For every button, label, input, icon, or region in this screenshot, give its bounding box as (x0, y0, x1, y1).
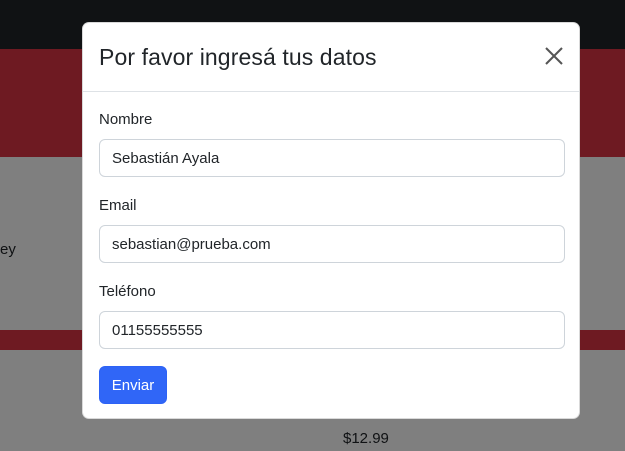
email-input[interactable] (99, 225, 565, 263)
close-button[interactable] (541, 43, 567, 69)
telefono-label: Teléfono (99, 283, 156, 300)
contact-modal: Por favor ingresá tus datos Nombre Email… (82, 22, 580, 419)
modal-title: Por favor ingresá tus datos (99, 44, 377, 70)
telefono-input[interactable] (99, 311, 565, 349)
nombre-label: Nombre (99, 111, 153, 128)
nombre-input[interactable] (99, 139, 565, 177)
modal-header: Por favor ingresá tus datos (83, 23, 579, 92)
page: ey $12.99 Por favor ingresá tus datos No… (0, 0, 625, 451)
close-icon (545, 47, 563, 65)
submit-button[interactable]: Enviar (99, 366, 167, 404)
email-label: Email (99, 197, 137, 214)
